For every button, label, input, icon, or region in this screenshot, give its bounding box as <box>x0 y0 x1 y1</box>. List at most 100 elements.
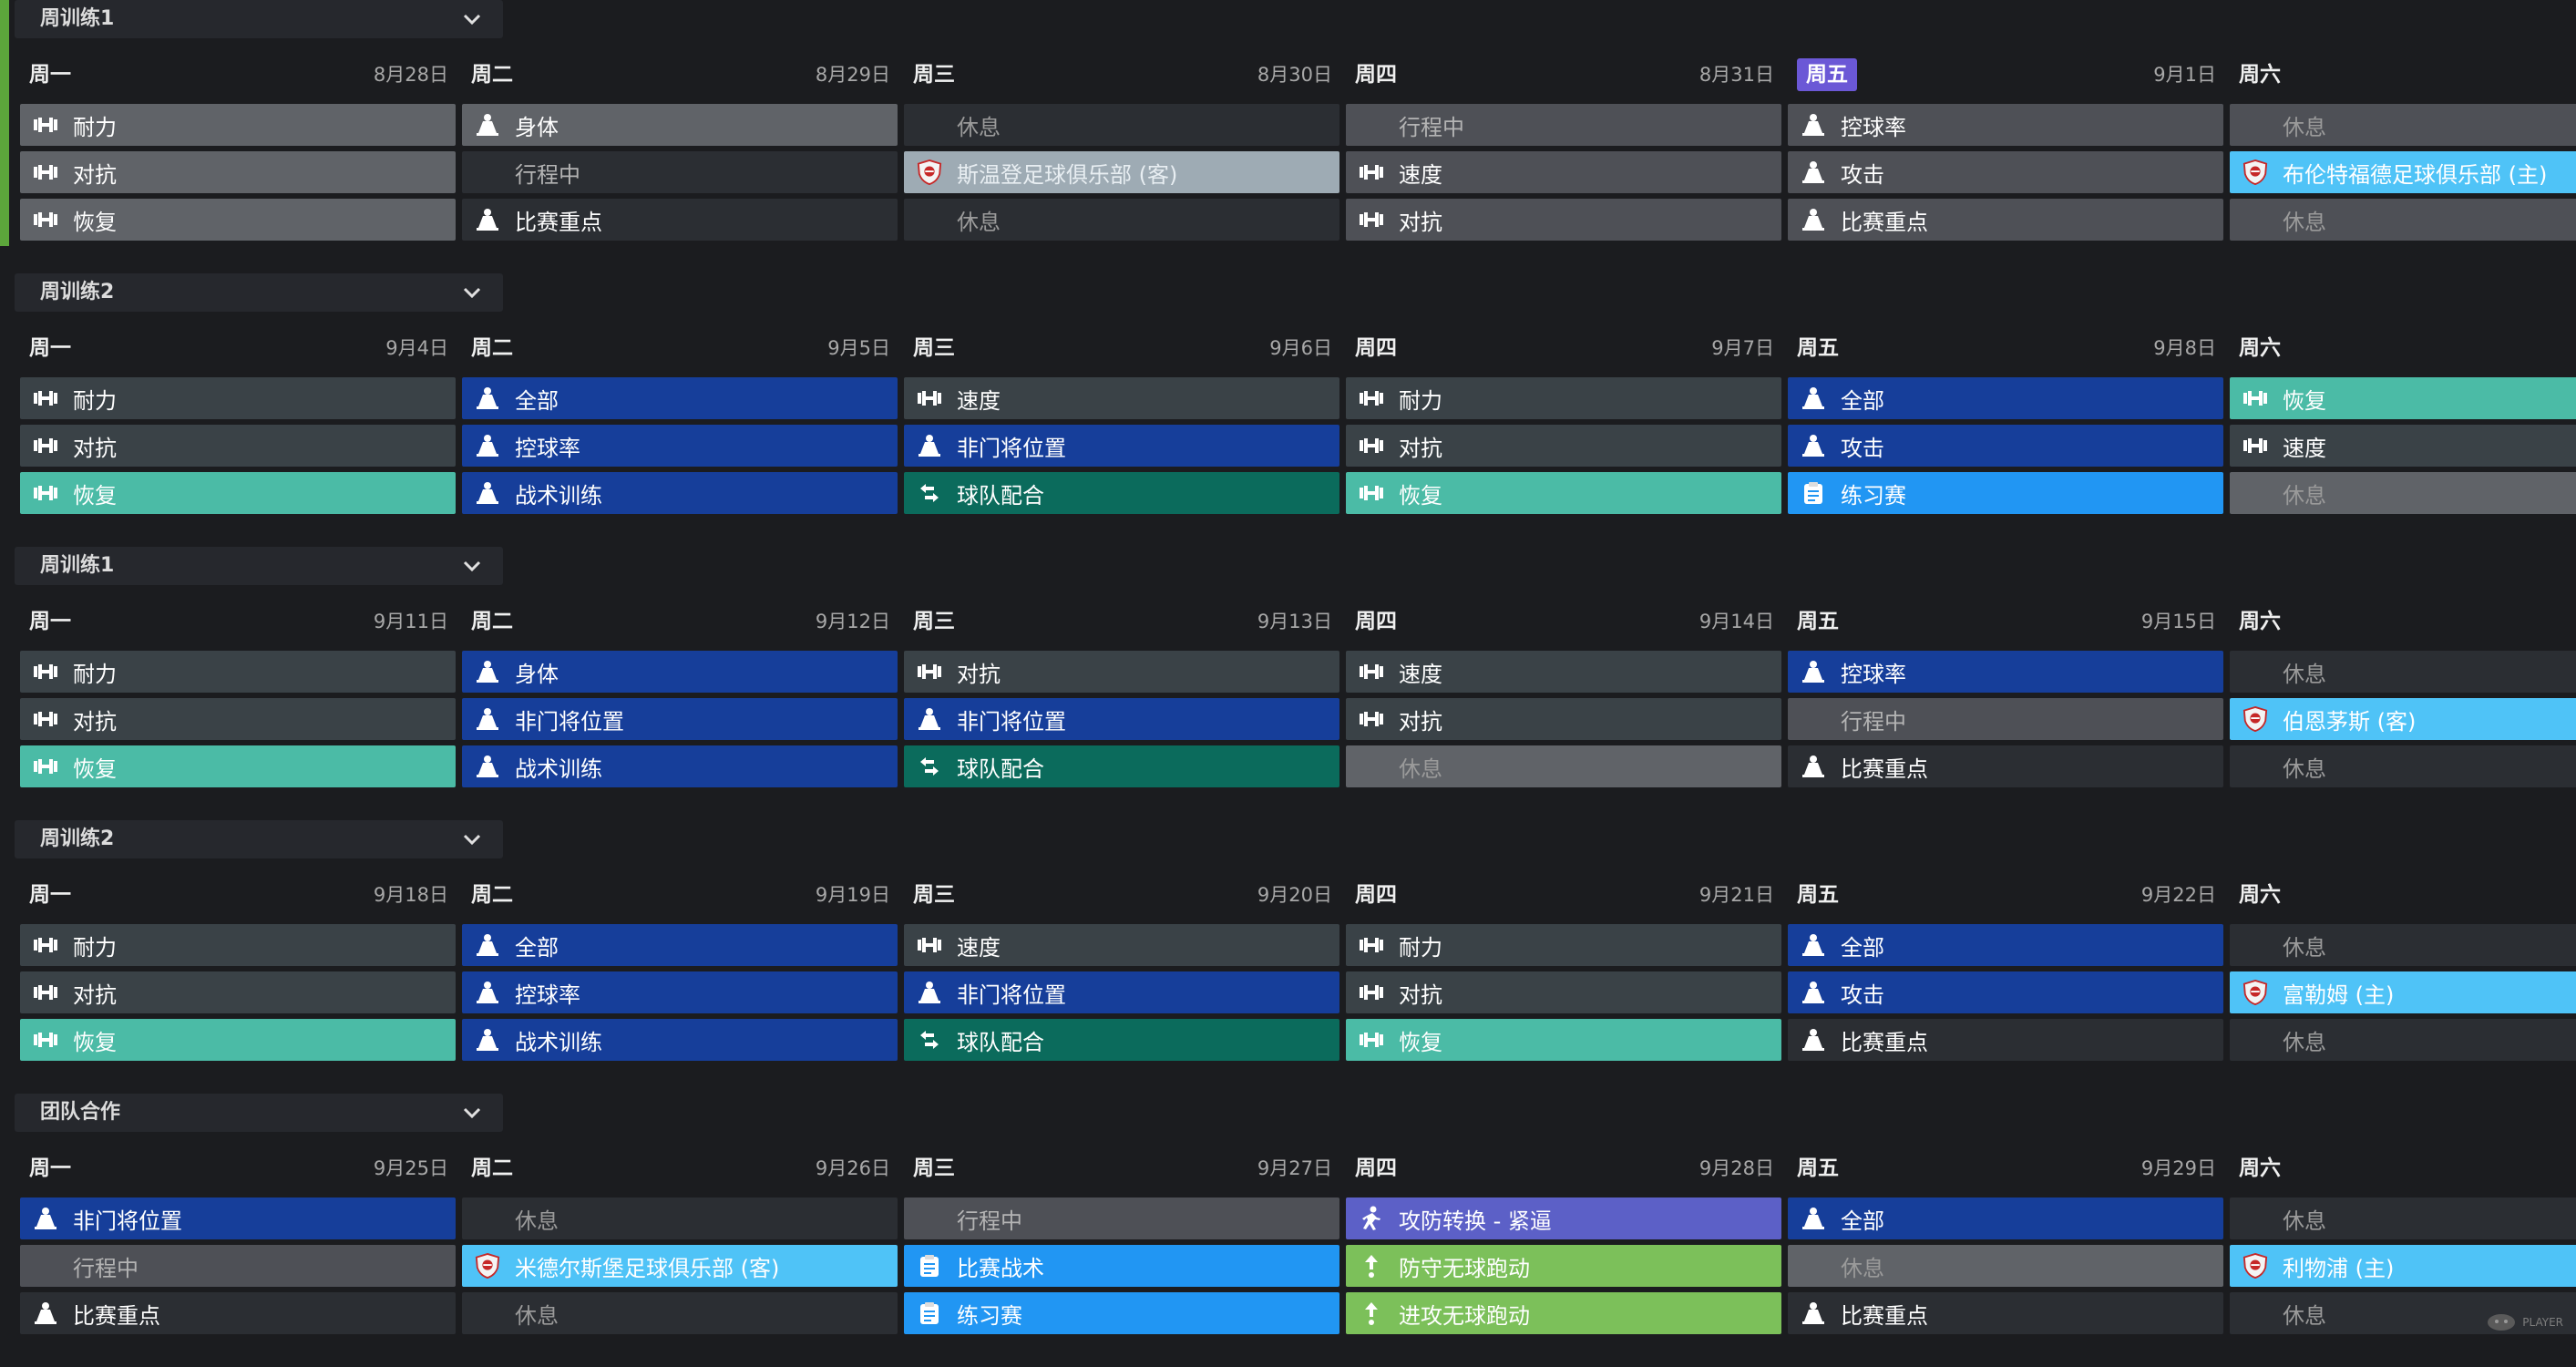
rest-slot[interactable]: 休息 <box>2230 472 2576 514</box>
chevron-down-icon[interactable] <box>454 820 490 858</box>
training-session-slot[interactable]: 耐力 <box>20 104 456 146</box>
training-session-slot[interactable]: 战术训练 <box>462 1019 898 1061</box>
week-schedule-selector[interactable]: 周训练1 <box>15 0 503 38</box>
training-session-slot[interactable]: 对抗 <box>20 698 456 740</box>
training-session-slot[interactable]: 速度 <box>904 377 1339 419</box>
week-schedule-selector[interactable]: 周训练2 <box>15 273 503 312</box>
training-session-slot[interactable]: 对抗 <box>1346 698 1781 740</box>
rest-slot[interactable]: 休息 <box>2230 1197 2576 1239</box>
training-session-slot[interactable]: 耐力 <box>1346 924 1781 966</box>
training-session-slot[interactable]: 攻击 <box>1788 425 2223 467</box>
training-session-slot[interactable]: 比赛重点 <box>462 199 898 241</box>
rest-slot[interactable]: 休息 <box>2230 104 2576 146</box>
training-session-slot[interactable]: 非门将位置 <box>462 698 898 740</box>
training-session-slot[interactable]: 球队配合 <box>904 1019 1339 1061</box>
training-session-slot[interactable]: 耐力 <box>20 924 456 966</box>
travel-slot[interactable]: 行程中 <box>462 151 898 193</box>
training-session-slot[interactable]: 比赛重点 <box>1788 199 2223 241</box>
training-session-slot[interactable]: 身体 <box>462 651 898 693</box>
training-session-slot[interactable]: 对抗 <box>904 651 1339 693</box>
training-session-slot[interactable]: 比赛重点 <box>1788 745 2223 787</box>
training-session-slot[interactable]: 战术训练 <box>462 745 898 787</box>
training-session-slot[interactable]: 耐力 <box>20 651 456 693</box>
training-session-slot[interactable]: 恢复 <box>1346 1019 1781 1061</box>
rest-slot[interactable]: 休息 <box>462 1197 898 1239</box>
travel-slot[interactable]: 行程中 <box>1788 698 2223 740</box>
match-slot[interactable]: 斯温登足球俱乐部 (客) <box>904 151 1339 193</box>
training-session-slot[interactable]: 攻击 <box>1788 151 2223 193</box>
training-session-slot[interactable]: 速度 <box>904 924 1339 966</box>
travel-slot[interactable]: 行程中 <box>20 1245 456 1287</box>
training-session-slot[interactable]: 对抗 <box>1346 425 1781 467</box>
training-session-slot[interactable]: 控球率 <box>1788 651 2223 693</box>
training-session-slot[interactable]: 对抗 <box>20 971 456 1013</box>
rest-slot[interactable]: 休息 <box>462 1292 898 1334</box>
training-session-slot[interactable]: 对抗 <box>20 151 456 193</box>
chevron-down-icon[interactable] <box>454 273 490 312</box>
rest-slot[interactable]: 休息 <box>1346 745 1781 787</box>
training-session-slot[interactable]: 速度 <box>1346 151 1781 193</box>
chevron-down-icon[interactable] <box>454 0 490 38</box>
rest-slot[interactable]: 休息 <box>904 104 1339 146</box>
training-session-slot[interactable]: 控球率 <box>462 425 898 467</box>
training-session-slot[interactable]: 恢复 <box>20 472 456 514</box>
training-session-slot[interactable]: 非门将位置 <box>904 425 1339 467</box>
training-session-slot[interactable]: 对抗 <box>1346 199 1781 241</box>
training-session-slot[interactable]: 恢复 <box>2230 377 2576 419</box>
rest-slot[interactable]: 休息 <box>2230 199 2576 241</box>
week-schedule-selector[interactable]: 周训练1 <box>15 547 503 585</box>
training-session-slot[interactable]: 全部 <box>1788 377 2223 419</box>
match-slot[interactable]: 米德尔斯堡足球俱乐部 (客) <box>462 1245 898 1287</box>
rest-slot[interactable]: 休息 <box>2230 924 2576 966</box>
training-session-slot[interactable]: 恢复 <box>1346 472 1781 514</box>
training-session-slot[interactable]: 全部 <box>462 924 898 966</box>
training-session-slot[interactable]: 进攻无球跑动 <box>1346 1292 1781 1334</box>
training-session-slot[interactable]: 练习赛 <box>1788 472 2223 514</box>
training-session-slot[interactable]: 速度 <box>1346 651 1781 693</box>
training-session-slot[interactable]: 恢复 <box>20 745 456 787</box>
training-session-slot[interactable]: 非门将位置 <box>904 698 1339 740</box>
training-session-slot[interactable]: 耐力 <box>20 377 456 419</box>
training-session-slot[interactable]: 速度 <box>2230 425 2576 467</box>
travel-slot[interactable]: 行程中 <box>1346 104 1781 146</box>
match-slot[interactable]: 富勒姆 (主) <box>2230 971 2576 1013</box>
training-session-slot[interactable]: 耐力 <box>1346 377 1781 419</box>
chevron-down-icon[interactable] <box>454 547 490 585</box>
training-session-slot[interactable]: 非门将位置 <box>20 1197 456 1239</box>
week-schedule-selector[interactable]: 团队合作 <box>15 1094 503 1132</box>
training-session-slot[interactable]: 对抗 <box>1346 971 1781 1013</box>
rest-slot[interactable]: 休息 <box>1788 1245 2223 1287</box>
training-session-slot[interactable]: 球队配合 <box>904 472 1339 514</box>
rest-slot[interactable]: 休息 <box>2230 745 2576 787</box>
training-session-slot[interactable]: 恢复 <box>20 199 456 241</box>
training-session-slot[interactable]: 比赛重点 <box>1788 1292 2223 1334</box>
training-session-slot[interactable]: 恢复 <box>20 1019 456 1061</box>
training-session-slot[interactable]: 比赛重点 <box>1788 1019 2223 1061</box>
training-session-slot[interactable]: 比赛战术 <box>904 1245 1339 1287</box>
rest-slot[interactable]: 休息 <box>2230 651 2576 693</box>
training-session-slot[interactable]: 球队配合 <box>904 745 1339 787</box>
match-slot[interactable]: 伯恩茅斯 (客) <box>2230 698 2576 740</box>
training-session-slot[interactable]: 全部 <box>462 377 898 419</box>
training-session-slot[interactable]: 非门将位置 <box>904 971 1339 1013</box>
chevron-down-icon[interactable] <box>454 1094 490 1132</box>
travel-slot[interactable]: 行程中 <box>904 1197 1339 1239</box>
rest-slot[interactable]: 休息 <box>2230 1019 2576 1061</box>
training-session-slot[interactable]: 比赛重点 <box>20 1292 456 1334</box>
training-session-slot[interactable]: 战术训练 <box>462 472 898 514</box>
week-schedule-selector[interactable]: 周训练2 <box>15 820 503 858</box>
match-slot[interactable]: 利物浦 (主) <box>2230 1245 2576 1287</box>
training-session-slot[interactable]: 攻击 <box>1788 971 2223 1013</box>
training-session-slot[interactable]: 全部 <box>1788 924 2223 966</box>
rest-slot[interactable]: 休息 <box>904 199 1339 241</box>
training-session-slot[interactable]: 对抗 <box>20 425 456 467</box>
training-session-slot[interactable]: 控球率 <box>462 971 898 1013</box>
training-session-slot[interactable]: 全部 <box>1788 1197 2223 1239</box>
training-session-slot[interactable]: 攻防转换 - 紧逼 <box>1346 1197 1781 1239</box>
training-session-slot[interactable]: 练习赛 <box>904 1292 1339 1334</box>
training-session-slot[interactable]: 防守无球跑动 <box>1346 1245 1781 1287</box>
training-session-slot[interactable]: 控球率 <box>1788 104 2223 146</box>
training-session-slot[interactable]: 身体 <box>462 104 898 146</box>
cone-icon <box>1801 1027 1826 1053</box>
match-slot[interactable]: 布伦特福德足球俱乐部 (主) <box>2230 151 2576 193</box>
